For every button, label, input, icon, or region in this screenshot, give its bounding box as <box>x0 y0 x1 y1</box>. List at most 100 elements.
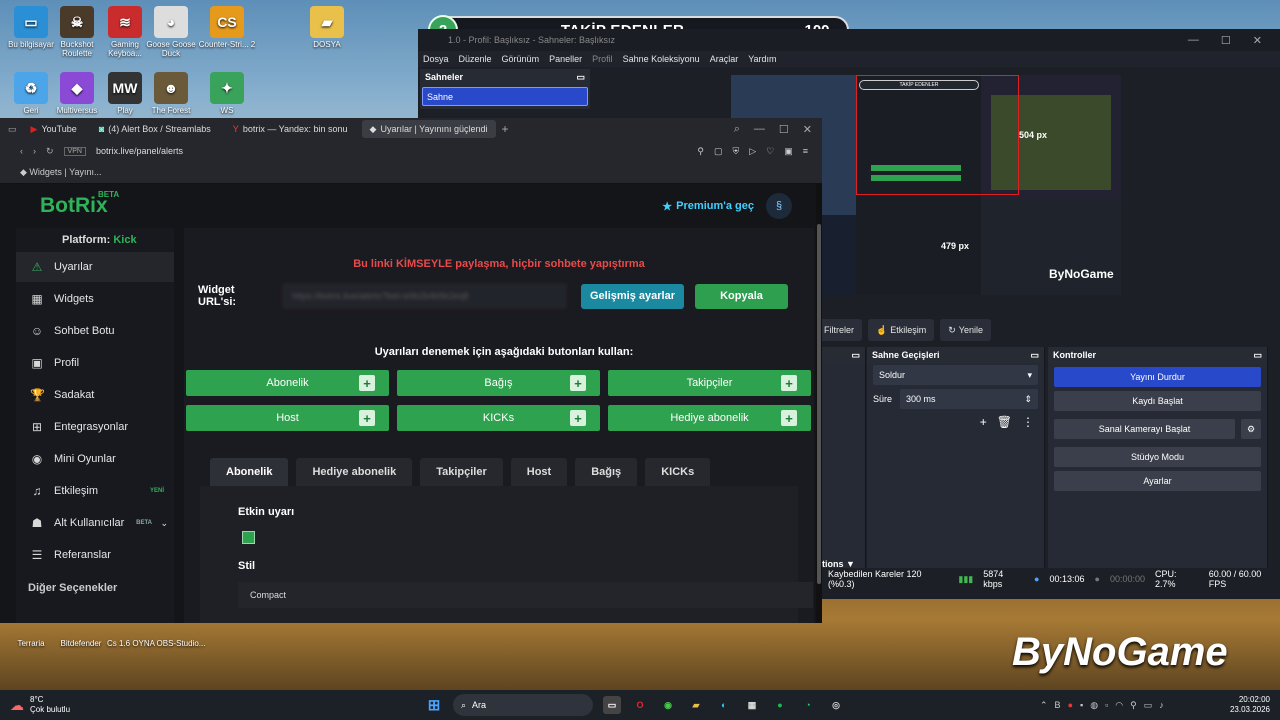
user-avatar[interactable]: § <box>766 193 792 219</box>
other-options[interactable]: Diğer Seçenekler <box>16 572 174 594</box>
menu-araclar[interactable]: Araçlar <box>710 54 739 64</box>
tabs-icon[interactable]: ▭ <box>8 124 17 135</box>
minimize-icon[interactable]: — <box>754 123 765 136</box>
transition-select[interactable]: Soldur ▾ <box>873 365 1038 385</box>
stop-stream-button[interactable]: Yayını Durdur <box>1054 367 1261 387</box>
sidebar-item[interactable]: 🏆 Sadakat <box>16 380 174 410</box>
add-icon[interactable]: + <box>980 415 987 429</box>
refresh-button[interactable]: ↻ Yenile <box>940 319 991 341</box>
sidebar-item[interactable]: ☺ Sohbet Botu <box>16 316 174 346</box>
reload-icon[interactable]: ↻ <box>46 146 54 157</box>
dock-float-icon[interactable]: ▭ <box>1030 350 1039 361</box>
settings-button[interactable]: Ayarlar <box>1054 471 1261 491</box>
sidebar-item[interactable]: ◉ Mini Oyunlar <box>16 444 174 474</box>
close-icon[interactable]: ✕ <box>803 123 812 136</box>
vpn-badge[interactable]: VPN <box>63 146 86 156</box>
menu-yardim[interactable]: Yardım <box>748 54 776 64</box>
dock-float-icon[interactable]: ▭ <box>1253 350 1262 361</box>
duration-input[interactable]: 300 ms ⇕ <box>900 389 1038 409</box>
search-icon[interactable]: ⌕ <box>734 123 740 136</box>
scrollbar[interactable] <box>817 224 821 584</box>
alert-tab[interactable]: Hediye abonelik <box>296 458 413 486</box>
volume-icon[interactable]: ♪ <box>1159 700 1164 710</box>
clock[interactable]: 20:02:00 23.03.2026 <box>1220 695 1270 715</box>
desktop-icon[interactable]: ▰ DOSYA <box>296 6 358 49</box>
desktop-icon[interactable]: ☻ The Forest <box>140 72 202 115</box>
obs-taskbar-icon[interactable]: ◎ <box>827 696 845 714</box>
whatsapp-icon[interactable]: ◔ <box>799 696 817 714</box>
opera-icon[interactable]: O <box>631 696 649 714</box>
play-icon[interactable]: ▷ <box>749 146 756 157</box>
menu-icon[interactable]: ≡ <box>803 146 808 157</box>
advanced-settings-button[interactable]: Gelişmiş ayarlar <box>581 283 684 309</box>
gear-icon[interactable]: ⚙ <box>1241 419 1261 439</box>
tab-youtube[interactable]: ▶ YouTube <box>23 120 85 138</box>
start-icon[interactable]: ⊞ <box>425 696 443 714</box>
wifi-icon[interactable]: ◠ <box>1115 700 1123 711</box>
style-select[interactable]: Compact <box>238 582 813 608</box>
minimize-icon[interactable]: — <box>1188 34 1199 47</box>
snapshot-icon[interactable]: ▢ <box>714 146 723 157</box>
alert-tab[interactable]: Host <box>510 458 568 486</box>
taskbar-search[interactable]: ⌕ Ara <box>453 694 593 716</box>
explorer-icon[interactable]: ▰ <box>687 696 705 714</box>
alert-tab[interactable]: Abonelik <box>210 458 289 486</box>
chevron-up-icon[interactable]: ⌃ <box>1040 700 1048 711</box>
scene-item[interactable]: Sahne <box>422 87 588 106</box>
botrix-logo[interactable]: BotRix BETA <box>40 190 119 218</box>
tab-streamlabs[interactable]: ◙ (4) Alert Box / Streamlabs <box>91 120 219 138</box>
url-field[interactable]: botrix.live/panel/alerts <box>96 146 183 156</box>
copy-button[interactable]: Kopyala <box>695 283 788 309</box>
menu-duzenle[interactable]: Düzenle <box>459 54 492 64</box>
enabled-checkbox[interactable] <box>242 531 255 544</box>
chrome-icon[interactable]: ◉ <box>659 696 677 714</box>
test-alert-button[interactable]: Hediye abonelik + <box>608 405 811 431</box>
spotify-icon[interactable]: ● <box>771 696 789 714</box>
sidebar-item[interactable]: ☗ Alt Kullanıcılar BETA ⌄ <box>16 508 174 538</box>
desktop-icon[interactable]: OBS-Studio... <box>150 624 212 648</box>
forward-icon[interactable]: › <box>33 146 36 156</box>
tab-yandex[interactable]: Ybotrix — Yandex: bin sonu <box>225 120 356 138</box>
weather-widget[interactable]: ☁ 8°C Çok bulutlu <box>10 695 70 715</box>
sidebar-item[interactable]: ♫ Etkileşim YENİ <box>16 476 174 506</box>
bookmark-item[interactable]: ◆ Widgets | Yayını... <box>20 167 101 178</box>
menu-dosya[interactable]: Dosya <box>423 54 449 64</box>
maximize-icon[interactable]: ☐ <box>779 123 789 136</box>
sidebar-item[interactable]: ▣ Profil <box>16 348 174 378</box>
new-tab-icon[interactable]: + <box>502 122 509 136</box>
dock-float-icon[interactable]: ▭ <box>576 72 585 83</box>
desktop-icon[interactable]: ◕ Goose Goose Duck <box>140 6 202 58</box>
tray-app-icon[interactable]: ▪ <box>1080 700 1083 710</box>
tray-icon[interactable]: ▫ <box>1105 700 1108 710</box>
tray-b-icon[interactable]: B <box>1055 700 1061 710</box>
tray-rec-icon[interactable]: ● <box>1068 700 1073 710</box>
alert-tab[interactable]: Bağış <box>575 458 638 486</box>
tab-botrix[interactable]: ◆ Uyarılar | Yayınını güçlendi <box>361 120 496 138</box>
desktop-icon[interactable]: CS Counter-Stri... 2 <box>196 6 258 49</box>
store-icon[interactable]: ▦ <box>743 696 761 714</box>
shield-icon[interactable]: ⛨ <box>732 146 739 157</box>
premium-link[interactable]: ★ Premium'a geç <box>662 200 754 213</box>
test-alert-button[interactable]: Takipçiler + <box>608 370 811 396</box>
trash-icon[interactable]: 🗑 <box>997 415 1012 429</box>
start-recording-button[interactable]: Kaydı Başlat <box>1054 391 1261 411</box>
alert-tab[interactable]: KICKs <box>645 458 711 486</box>
steam-icon[interactable]: ◍ <box>1090 700 1098 711</box>
desktop-icon[interactable]: ✦ WS <box>196 72 258 115</box>
network-icon[interactable]: ▭ <box>1144 700 1153 711</box>
filters-button[interactable]: Filtreler <box>816 319 863 341</box>
close-icon[interactable]: ✕ <box>1253 34 1262 47</box>
test-alert-button[interactable]: KICKs + <box>397 405 600 431</box>
avatar[interactable]: ▣ <box>784 146 793 157</box>
sidebar-item[interactable]: ⚠ Uyarılar <box>16 252 174 282</box>
sidebar-item[interactable]: ☰ Referanslar <box>16 540 174 570</box>
interact-button[interactable]: ☝ Etkileşim <box>868 319 935 341</box>
sidebar-item[interactable]: ⊞ Entegrasyonlar <box>16 412 174 442</box>
maximize-icon[interactable]: ☐ <box>1221 34 1231 47</box>
widget-url-input[interactable]: https://botrix.live/alerts?bid=e9b2b4b5k… <box>282 283 567 309</box>
more-icon[interactable]: ⋮ <box>1022 415 1034 429</box>
virtual-camera-button[interactable]: Sanal Kamerayı Başlat <box>1054 419 1235 439</box>
alert-tab[interactable]: Takipçiler <box>420 458 503 486</box>
menu-gorunum[interactable]: Görünüm <box>502 54 540 64</box>
test-alert-button[interactable]: Abonelik + <box>186 370 389 396</box>
